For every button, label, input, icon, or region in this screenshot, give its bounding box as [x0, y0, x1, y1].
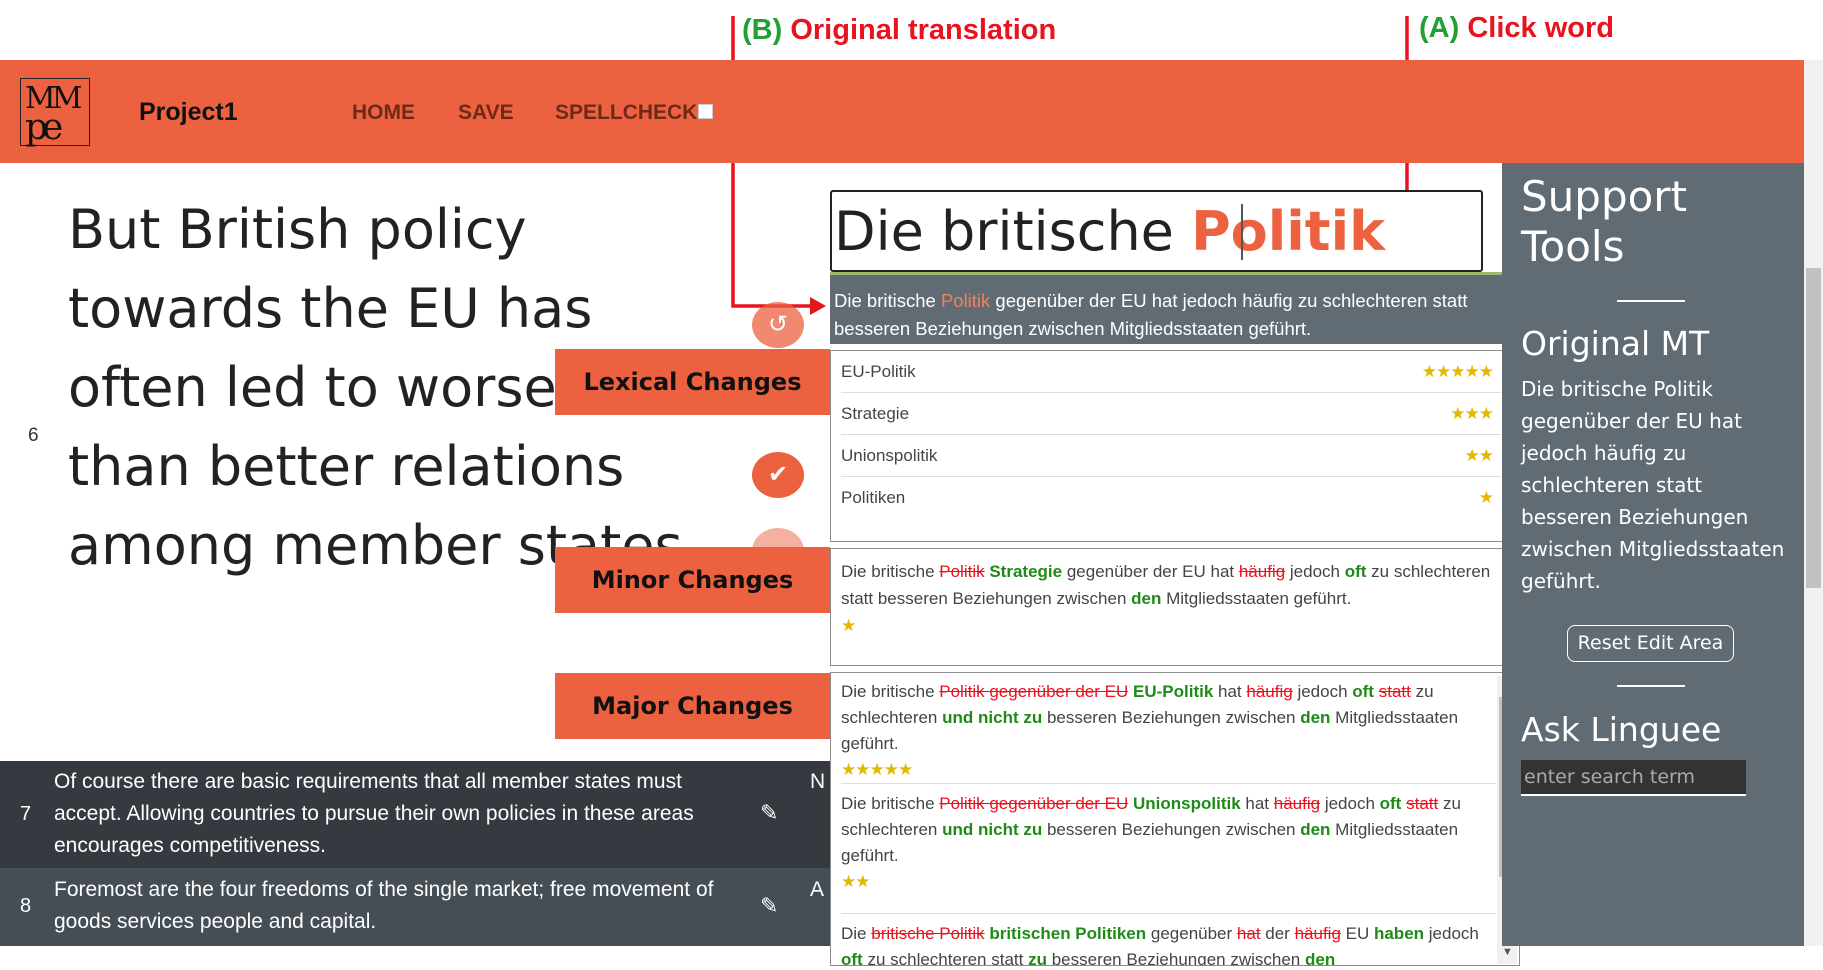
navbar — [0, 60, 1804, 163]
segment-number: 8 — [20, 895, 32, 917]
segment-source-text: Of course there are basic requirements t… — [54, 770, 694, 857]
segment-number: 7 — [20, 803, 32, 825]
original-mt-title: Original MT — [1521, 324, 1710, 363]
lexical-option[interactable]: Strategie ★★★ — [841, 393, 1501, 435]
target-edit-area[interactable]: Die britische Politik — [830, 190, 1483, 272]
annotation-b: (B) Original translation — [742, 14, 1056, 47]
target-clicked-word[interactable]: Politik — [1191, 200, 1385, 263]
confirm-button[interactable]: ✔ — [752, 452, 804, 498]
window-scroll-thumb[interactable] — [1806, 268, 1821, 588]
annotation-b-letter: (B) — [742, 14, 783, 46]
divider — [1617, 685, 1685, 687]
linguee-search-input[interactable] — [1521, 760, 1746, 796]
target-prefix: Die britische — [834, 200, 1192, 263]
annotation-a-text: Click word — [1467, 12, 1614, 44]
rating-stars: ★★ — [841, 872, 871, 891]
nav-spellcheck-link[interactable]: SPELLCHECK — [555, 101, 697, 125]
annotation-a: (A) Click word — [1419, 12, 1614, 45]
undo-button[interactable]: ↺ — [752, 302, 804, 348]
scroll-down-icon[interactable]: ▼ — [1502, 946, 1513, 958]
lexical-changes-label: Lexical Changes — [555, 349, 830, 415]
lexical-option[interactable]: Unionspolitik ★★ — [841, 435, 1501, 477]
major-changes-label: Major Changes — [555, 673, 830, 739]
segment-row[interactable]: 7 Of course there are basic requirements… — [0, 761, 830, 868]
segment-row[interactable]: 8 Foremost are the four freedoms of the … — [0, 868, 830, 946]
divider — [1617, 300, 1685, 302]
mmpe-logo: MM pe — [20, 78, 90, 148]
check-icon: ✔ — [767, 461, 789, 488]
major-suggestion[interactable]: Die britische Politik gegenüber der EU E… — [841, 679, 1496, 783]
annotation-b-text: Original translation — [790, 14, 1057, 46]
support-tools-title: Support Tools — [1521, 172, 1688, 271]
lexical-option[interactable]: Politiken ★ — [841, 477, 1501, 519]
rating-stars: ★★★ — [1450, 404, 1494, 423]
minor-changes-label: Minor Changes — [555, 547, 830, 613]
target-text[interactable]: Die britische Politik — [834, 200, 1385, 263]
popup-sentence: Die britische Politik gegenüber der EU h… — [834, 290, 1468, 339]
segment-source-text: Foremost are the four freedoms of the si… — [54, 878, 714, 933]
ask-linguee-title: Ask Linguee — [1521, 710, 1722, 749]
undo-icon: ↺ — [767, 311, 789, 338]
rating-stars: ★★★★★ — [1421, 362, 1494, 381]
text-caret — [1241, 204, 1243, 260]
nav-home-link[interactable]: HOME — [352, 101, 415, 125]
major-suggestion[interactable]: Die britische Politik gegenüber der EU U… — [841, 791, 1496, 895]
minor-changes-panel[interactable]: Die britische Politik Strategie gegenübe… — [830, 548, 1520, 666]
segment-target-clipped: N al B — [810, 770, 830, 793]
nav-save-link[interactable]: SAVE — [458, 101, 514, 125]
rating-stars: ★ — [1478, 488, 1494, 507]
rating-stars: ★★ — [1464, 446, 1495, 465]
segment-number: 6 — [28, 425, 39, 446]
divider — [841, 783, 1496, 784]
reset-edit-area-button[interactable]: Reset Edit Area — [1567, 625, 1734, 662]
project-title: Project1 — [139, 98, 238, 126]
lexical-suggestions-panel: EU-Politik ★★★★★ Strategie ★★★ Unionspolit… — [830, 350, 1520, 542]
segment-target-clipped: A B — [810, 878, 830, 901]
popup-original-translation: Die britische Politik gegenüber der EU h… — [830, 272, 1520, 344]
rating-stars: ★★★★★ — [841, 760, 913, 779]
arrow-b-head — [810, 297, 826, 315]
annotation-a-letter: (A) — [1419, 12, 1460, 44]
rating-stars: ★ — [841, 616, 856, 635]
major-suggestion[interactable]: Die britische Politik britischen Politik… — [841, 921, 1496, 965]
original-mt-text: Die britische Politik gegenüber der EU h… — [1521, 377, 1785, 593]
spellcheck-checkbox[interactable] — [698, 104, 713, 119]
major-changes-panel: Die britische Politik gegenüber der EU E… — [830, 672, 1520, 966]
pencil-icon[interactable]: ✎ — [760, 890, 778, 922]
pencil-icon[interactable]: ✎ — [760, 797, 778, 829]
lexical-option[interactable]: EU-Politik ★★★★★ — [841, 351, 1501, 393]
popup-highlighted-word: Politik — [940, 290, 991, 311]
divider — [841, 913, 1496, 914]
